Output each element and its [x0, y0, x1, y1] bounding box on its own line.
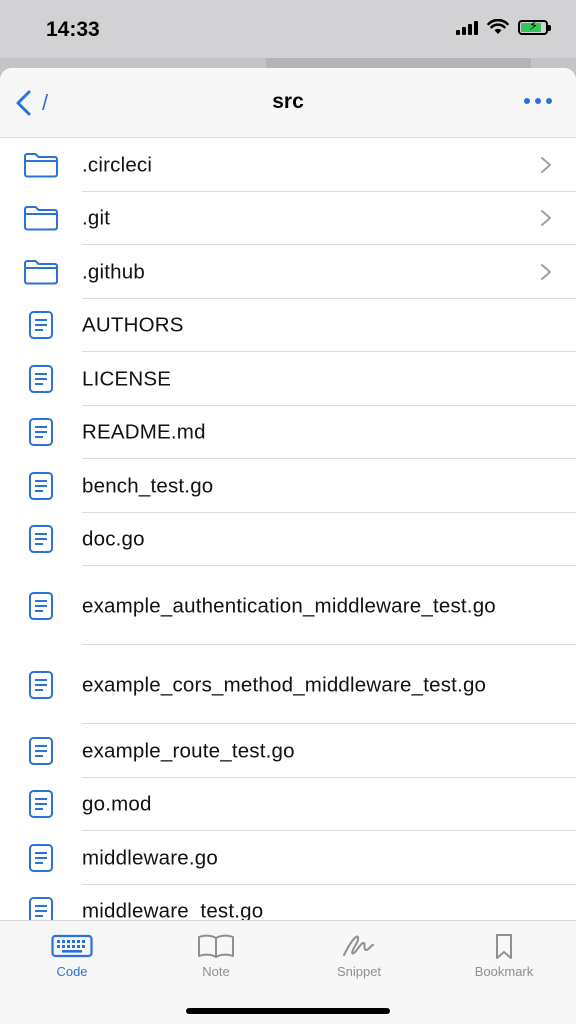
file-row[interactable]: example_authentication_middleware_test.g… — [0, 566, 576, 645]
folder-row[interactable]: .github — [0, 245, 576, 299]
tab-note[interactable]: Note — [161, 933, 271, 993]
file-row[interactable]: example_cors_method_middleware_test.go — [0, 645, 576, 724]
file-name: LICENSE — [82, 367, 172, 391]
status-icons: ⚡ — [456, 19, 551, 35]
bookmark-icon — [496, 934, 512, 959]
keyboard-icon — [51, 934, 93, 958]
scribble-icon — [343, 935, 374, 956]
tab-label: Note — [202, 964, 230, 979]
chevron-right-icon — [540, 209, 552, 227]
document-icon — [22, 670, 60, 700]
file-row[interactable]: bench_test.go — [0, 459, 576, 513]
document-icon — [22, 524, 60, 554]
file-row[interactable]: go.mod — [0, 778, 576, 831]
status-time: 14:33 — [46, 18, 100, 41]
tab-code[interactable]: Code — [17, 933, 127, 993]
document-icon — [22, 310, 60, 340]
tab-bookmark[interactable]: Bookmark — [449, 933, 559, 993]
file-list: .circleci .git .github AUTHORS LICENSE README… — [0, 138, 576, 938]
file-name: .circleci — [82, 153, 153, 177]
folder-row[interactable]: .git — [0, 192, 576, 245]
file-name: .github — [82, 260, 145, 284]
file-name: doc.go — [82, 527, 145, 551]
file-name: AUTHORS — [82, 313, 184, 337]
chevron-right-icon — [540, 156, 552, 174]
file-name: .git — [82, 206, 111, 230]
document-icon — [22, 417, 60, 447]
folder-icon — [22, 203, 60, 233]
file-row[interactable]: doc.go — [0, 513, 576, 566]
more-options-button[interactable] — [524, 98, 552, 104]
file-name: example_route_test.go — [82, 739, 295, 763]
page-title: src — [272, 90, 304, 113]
file-row[interactable]: middleware.go — [0, 831, 576, 885]
document-icon — [22, 471, 60, 501]
file-name: go.mod — [82, 792, 152, 816]
tab-label: Bookmark — [474, 964, 534, 979]
folder-row[interactable]: .circleci — [0, 138, 576, 192]
file-name: example_cors_method_middleware_test.go — [82, 673, 487, 696]
document-icon — [22, 364, 60, 394]
navigation-bar: / src — [0, 68, 576, 138]
document-icon — [22, 591, 60, 621]
home-indicator — [186, 1008, 390, 1014]
wifi-icon — [487, 19, 509, 34]
file-name: example_authentication_middleware_test.g… — [82, 594, 496, 617]
battery-icon: ⚡ — [518, 19, 551, 35]
folder-icon — [22, 150, 60, 180]
status-bar: 14:33 ⚡ — [0, 0, 576, 58]
tab-label: Code — [56, 964, 88, 979]
file-row[interactable]: LICENSE — [0, 352, 576, 406]
cellular-signal-icon — [456, 19, 478, 35]
file-row[interactable]: README.md — [0, 406, 576, 459]
file-browser-sheet: / src .circleci .git .github AUTHORS LICENSE… — [0, 68, 576, 1024]
document-icon — [22, 843, 60, 873]
tab-label: Snippet — [336, 964, 382, 979]
tab-snippet[interactable]: Snippet — [304, 933, 414, 993]
file-name: bench_test.go — [82, 474, 214, 498]
file-row[interactable]: example_route_test.go — [0, 724, 576, 778]
file-row[interactable]: AUTHORS — [0, 299, 576, 352]
document-icon — [22, 789, 60, 819]
chevron-right-icon — [540, 263, 552, 281]
document-icon — [22, 736, 60, 766]
file-name: middleware.go — [82, 846, 218, 870]
folder-icon — [22, 257, 60, 287]
file-name: README.md — [82, 420, 206, 444]
book-icon — [198, 934, 234, 958]
